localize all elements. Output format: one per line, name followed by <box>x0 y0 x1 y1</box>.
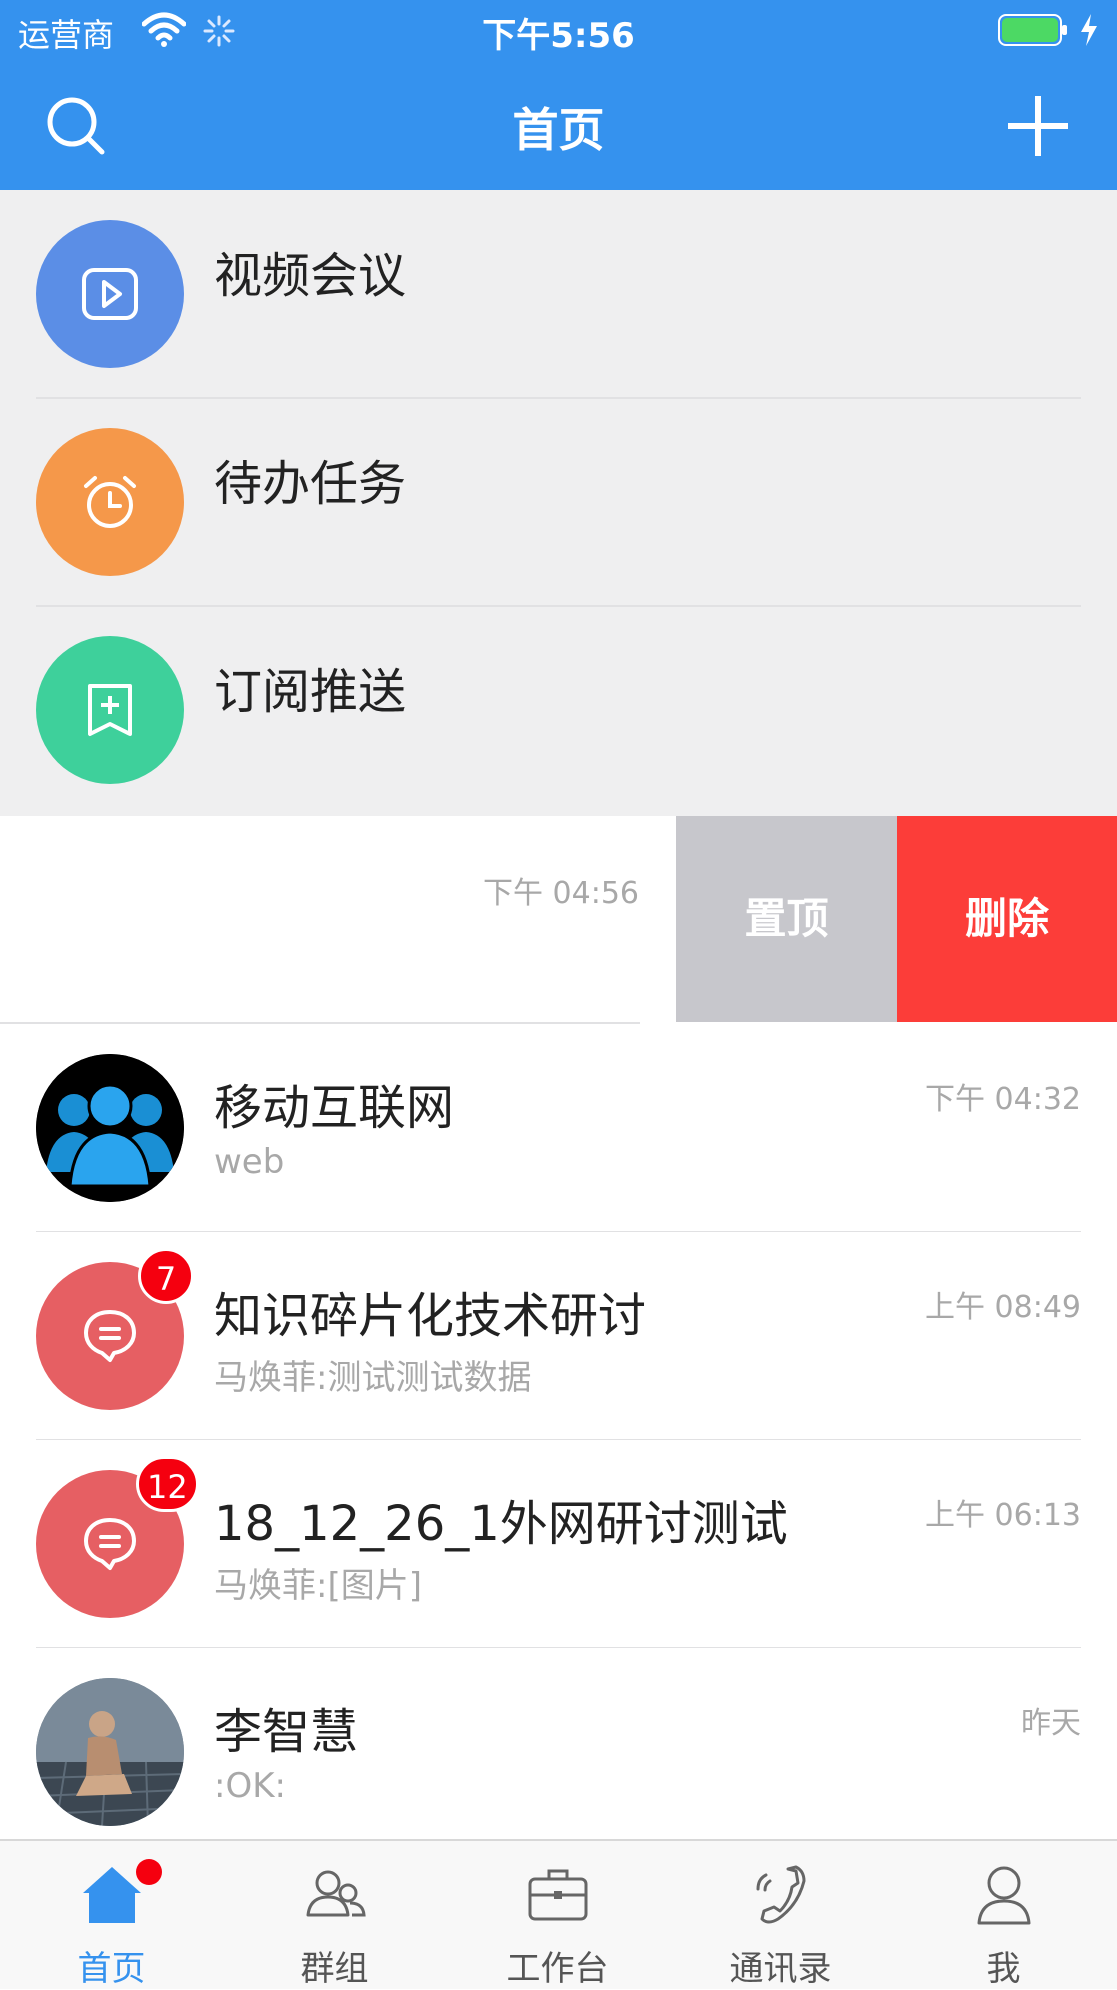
shortcut-label: 待办任务 <box>214 456 407 512</box>
chat-name: 18_12_26_1外网研讨测试 <box>214 1496 788 1552</box>
video-meeting-avatar <box>36 220 184 368</box>
chat-row-mobile-internet[interactable]: 移动互联网 web 下午 04:32 <box>0 1024 1117 1232</box>
group-avatar <box>36 1054 184 1202</box>
alarm-clock-icon <box>84 476 136 528</box>
todo-tasks-avatar <box>36 428 184 576</box>
briefcase-icon <box>528 1869 588 1921</box>
play-icon <box>82 268 138 320</box>
notification-dot <box>136 1859 162 1885</box>
shortcut-todo-tasks[interactable]: 待办任务 <box>0 398 1117 606</box>
chat-name: 知识碎片化技术研讨 <box>214 1288 647 1344</box>
chat-bubble-icon <box>84 1310 136 1362</box>
chat-time: 上午 08:49 <box>925 1290 1081 1325</box>
chat-row-li-zhihui[interactable]: 李智慧 :OK: 昨天 <box>0 1648 1117 1838</box>
status-time: 下午5:56 <box>482 16 635 56</box>
shortcut-label: 视频会议 <box>214 248 407 304</box>
chat-preview: 马焕菲:[图片] <box>214 1566 422 1606</box>
bookmark-plus-icon <box>88 684 132 736</box>
chat-row-knowledge-seminar[interactable]: 7 知识碎片化技术研讨 马焕菲:测试测试数据 上午 08:49 <box>0 1232 1117 1440</box>
nav-bar: 首页 <box>0 60 1117 190</box>
charging-bolt-icon <box>1081 14 1097 46</box>
chat-preview: :OK: <box>214 1766 286 1806</box>
unread-badge: 7 <box>138 1248 194 1304</box>
tab-workbench[interactable]: 工作台 <box>446 1841 669 1989</box>
battery-icon <box>998 14 1067 46</box>
tab-home[interactable]: 首页 <box>0 1841 223 1989</box>
page-title: 首页 <box>512 103 605 157</box>
tab-label: 我 <box>986 1949 1021 1989</box>
delete-button[interactable]: 删除 <box>897 816 1117 1022</box>
photo-avatar <box>36 1678 184 1826</box>
pin-button[interactable]: 置顶 <box>676 816 897 1022</box>
phone-icon <box>756 1865 806 1924</box>
chat-name: 李智慧 <box>214 1704 359 1760</box>
tab-bar: 首页 群组 工作台 通讯录 我 <box>0 1839 1117 1989</box>
chat-name: 移动互联网 <box>214 1080 455 1136</box>
chat-bubble-icon <box>84 1518 136 1570</box>
person-icon <box>977 1866 1031 1925</box>
unread-badge: 12 <box>136 1456 199 1512</box>
chat-time: 上午 06:13 <box>925 1498 1081 1533</box>
chat-row-external-seminar-test[interactable]: 12 18_12_26_1外网研讨测试 马焕菲:[图片] 上午 06:13 <box>0 1440 1117 1648</box>
shortcut-list: 视频会议 待办任务 订阅推送 <box>0 190 1117 816</box>
tab-label: 通讯录 <box>729 1949 832 1989</box>
shortcut-subscription[interactable]: 订阅推送 <box>0 606 1117 814</box>
tab-label: 首页 <box>77 1949 146 1989</box>
shortcut-label: 订阅推送 <box>214 664 407 720</box>
tab-contacts[interactable]: 通讯录 <box>669 1841 892 1989</box>
chat-preview: 马焕菲:测试测试数据 <box>214 1358 532 1398</box>
tab-me[interactable]: 我 <box>892 1841 1115 1989</box>
shortcut-video-meeting[interactable]: 视频会议 <box>0 190 1117 398</box>
subscription-avatar <box>36 636 184 784</box>
chat-preview: web <box>214 1142 285 1182</box>
swiped-chat-row[interactable]: 下午 04:56 置顶 删除 <box>0 816 1117 1022</box>
tab-groups[interactable]: 群组 <box>223 1841 446 1989</box>
chat-time: 下午 04:32 <box>925 1082 1081 1117</box>
status-bar: 运营商 下午5:56 <box>0 0 1117 60</box>
tab-label: 工作台 <box>506 1949 609 1989</box>
chat-time: 昨天 <box>1021 1706 1081 1741</box>
add-icon[interactable] <box>1004 92 1072 160</box>
group-icon <box>306 1870 366 1917</box>
chat-time: 下午 04:56 <box>483 876 639 911</box>
tab-label: 群组 <box>300 1949 369 1989</box>
